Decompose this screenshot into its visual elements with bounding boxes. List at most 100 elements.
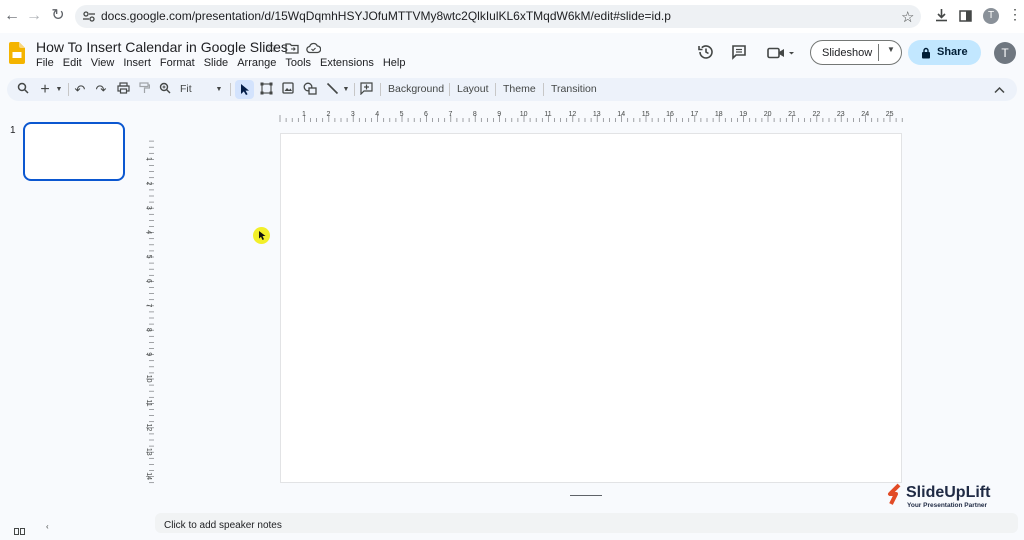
version-history-icon[interactable]: [697, 43, 715, 66]
menu-format[interactable]: Format: [160, 57, 195, 69]
menu-help[interactable]: Help: [383, 57, 406, 69]
share-label: Share: [937, 46, 968, 58]
ruler-label: 14: [145, 472, 152, 480]
select-tool-button[interactable]: [235, 80, 254, 99]
mouse-pointer-icon: [259, 231, 266, 240]
line-icon[interactable]: [325, 82, 339, 98]
ruler-label: 3: [145, 206, 152, 210]
notes-resize-handle[interactable]: [570, 495, 602, 496]
ruler-label: 13: [145, 448, 152, 456]
paint-format-icon[interactable]: [137, 82, 151, 98]
forward-icon[interactable]: →: [24, 6, 44, 26]
menu-arrange[interactable]: Arrange: [237, 57, 276, 69]
ruler-label: 22: [813, 111, 821, 118]
slide-number: 1: [10, 125, 16, 136]
menu-tools[interactable]: Tools: [285, 57, 311, 69]
ruler-label: 20: [764, 111, 772, 118]
line-dropdown-icon[interactable]: ▼: [341, 82, 351, 98]
meet-video-icon[interactable]: [767, 46, 795, 64]
new-slide-dropdown-icon[interactable]: ▼: [54, 82, 64, 98]
ruler-label: 1: [145, 157, 152, 161]
menu-extensions[interactable]: Extensions: [320, 57, 374, 69]
document-title[interactable]: How To Insert Calendar in Google Slides: [36, 39, 288, 55]
toolbar-separator: [68, 83, 69, 96]
new-slide-icon[interactable]: +: [38, 82, 52, 98]
ruler-label: 5: [145, 255, 152, 259]
ruler-label: 4: [145, 230, 152, 234]
insert-image-icon[interactable]: [281, 82, 295, 98]
ruler-label: 6: [424, 111, 428, 118]
mouse-highlight: [253, 227, 270, 244]
menu-slide[interactable]: Slide: [204, 57, 228, 69]
slide-thumbnail[interactable]: [23, 122, 125, 181]
menu-view[interactable]: View: [91, 57, 115, 69]
speaker-notes[interactable]: [155, 513, 1018, 533]
background-button[interactable]: Background: [388, 83, 444, 95]
comments-icon[interactable]: [731, 44, 747, 65]
layout-button[interactable]: Layout: [457, 83, 489, 95]
watermark-brand: SlideUpLift: [906, 484, 991, 501]
browser-profile-avatar[interactable]: T: [983, 8, 999, 24]
shape-icon[interactable]: [303, 82, 317, 98]
reload-icon[interactable]: ↻: [48, 6, 68, 26]
slideshow-button[interactable]: Slideshow ▼: [810, 40, 902, 65]
browser-menu-icon[interactable]: ⋮: [1008, 7, 1022, 21]
theme-button[interactable]: Theme: [503, 83, 536, 95]
transition-button[interactable]: Transition: [551, 83, 597, 95]
user-avatar[interactable]: T: [994, 42, 1016, 64]
ruler-label: 12: [145, 424, 152, 432]
toolbar-separator: [495, 83, 496, 96]
print-icon[interactable]: [115, 82, 131, 98]
bookmark-star-icon[interactable]: ☆: [901, 8, 914, 26]
ruler-label: 4: [375, 111, 379, 118]
ruler-label: 8: [473, 111, 477, 118]
search-menus-icon[interactable]: [16, 82, 30, 98]
side-panel-icon[interactable]: [959, 9, 972, 27]
ruler-label: 1: [302, 111, 306, 118]
site-settings-icon[interactable]: [82, 10, 96, 28]
menu-edit[interactable]: Edit: [63, 57, 82, 69]
collapse-toolbar-icon[interactable]: [992, 82, 1006, 98]
horizontal-ruler[interactable]: 1 2 3 4 5 6 7 8 9 10 11 12 13 14 15 16 17 18 19 20 21 22 23 24 2…: [275, 108, 907, 122]
menu-file[interactable]: File: [36, 57, 54, 69]
ruler-label: 7: [145, 303, 152, 307]
ruler-label: 2: [326, 111, 330, 118]
ruler-label: 24: [861, 111, 869, 118]
ruler-label: 10: [145, 375, 152, 383]
select-box-icon[interactable]: [259, 82, 273, 98]
download-icon[interactable]: [935, 8, 948, 27]
undo-icon[interactable]: ↶: [73, 82, 87, 98]
ruler-label: 23: [837, 111, 845, 118]
toolbar-separator: [380, 83, 381, 96]
star-icon[interactable]: ☆: [265, 39, 278, 56]
slide-canvas[interactable]: [280, 133, 902, 483]
ruler-label: 21: [788, 111, 796, 118]
zoom-icon[interactable]: [158, 82, 172, 98]
slideshow-dropdown-icon[interactable]: ▼: [887, 45, 895, 54]
ruler-label: 5: [400, 111, 404, 118]
ruler-label: 25: [886, 111, 894, 118]
slides-logo-icon[interactable]: [9, 42, 25, 69]
ruler-label: 6: [145, 279, 152, 283]
menu-insert[interactable]: Insert: [123, 57, 151, 69]
grid-view-icon[interactable]: [14, 522, 25, 540]
share-button[interactable]: Share: [908, 40, 981, 65]
zoom-dropdown-icon[interactable]: ▼: [214, 82, 224, 98]
add-comment-icon[interactable]: [359, 82, 373, 98]
ruler-label: 12: [569, 111, 577, 118]
ruler-label: 15: [642, 111, 650, 118]
watermark-tagline: Your Presentation Partner: [907, 502, 988, 509]
zoom-select[interactable]: Fit: [180, 83, 192, 95]
ruler-label: 3: [351, 111, 355, 118]
slideshow-label: Slideshow: [822, 47, 873, 59]
ruler-label: 16: [666, 111, 674, 118]
ruler-label: 17: [691, 111, 699, 118]
redo-icon[interactable]: ↷: [94, 82, 108, 98]
url-text[interactable]: docs.google.com/presentation/d/15WqDqmhH…: [101, 9, 671, 23]
ruler-label: 11: [544, 111, 551, 118]
speaker-notes-placeholder[interactable]: Click to add speaker notes: [164, 520, 282, 531]
vertical-ruler[interactable]: 1234567891011121314: [140, 140, 154, 485]
collapse-filmstrip-icon[interactable]: ‹: [46, 522, 49, 531]
cursor-arrow-icon: [241, 84, 249, 95]
back-icon[interactable]: ←: [2, 6, 22, 26]
